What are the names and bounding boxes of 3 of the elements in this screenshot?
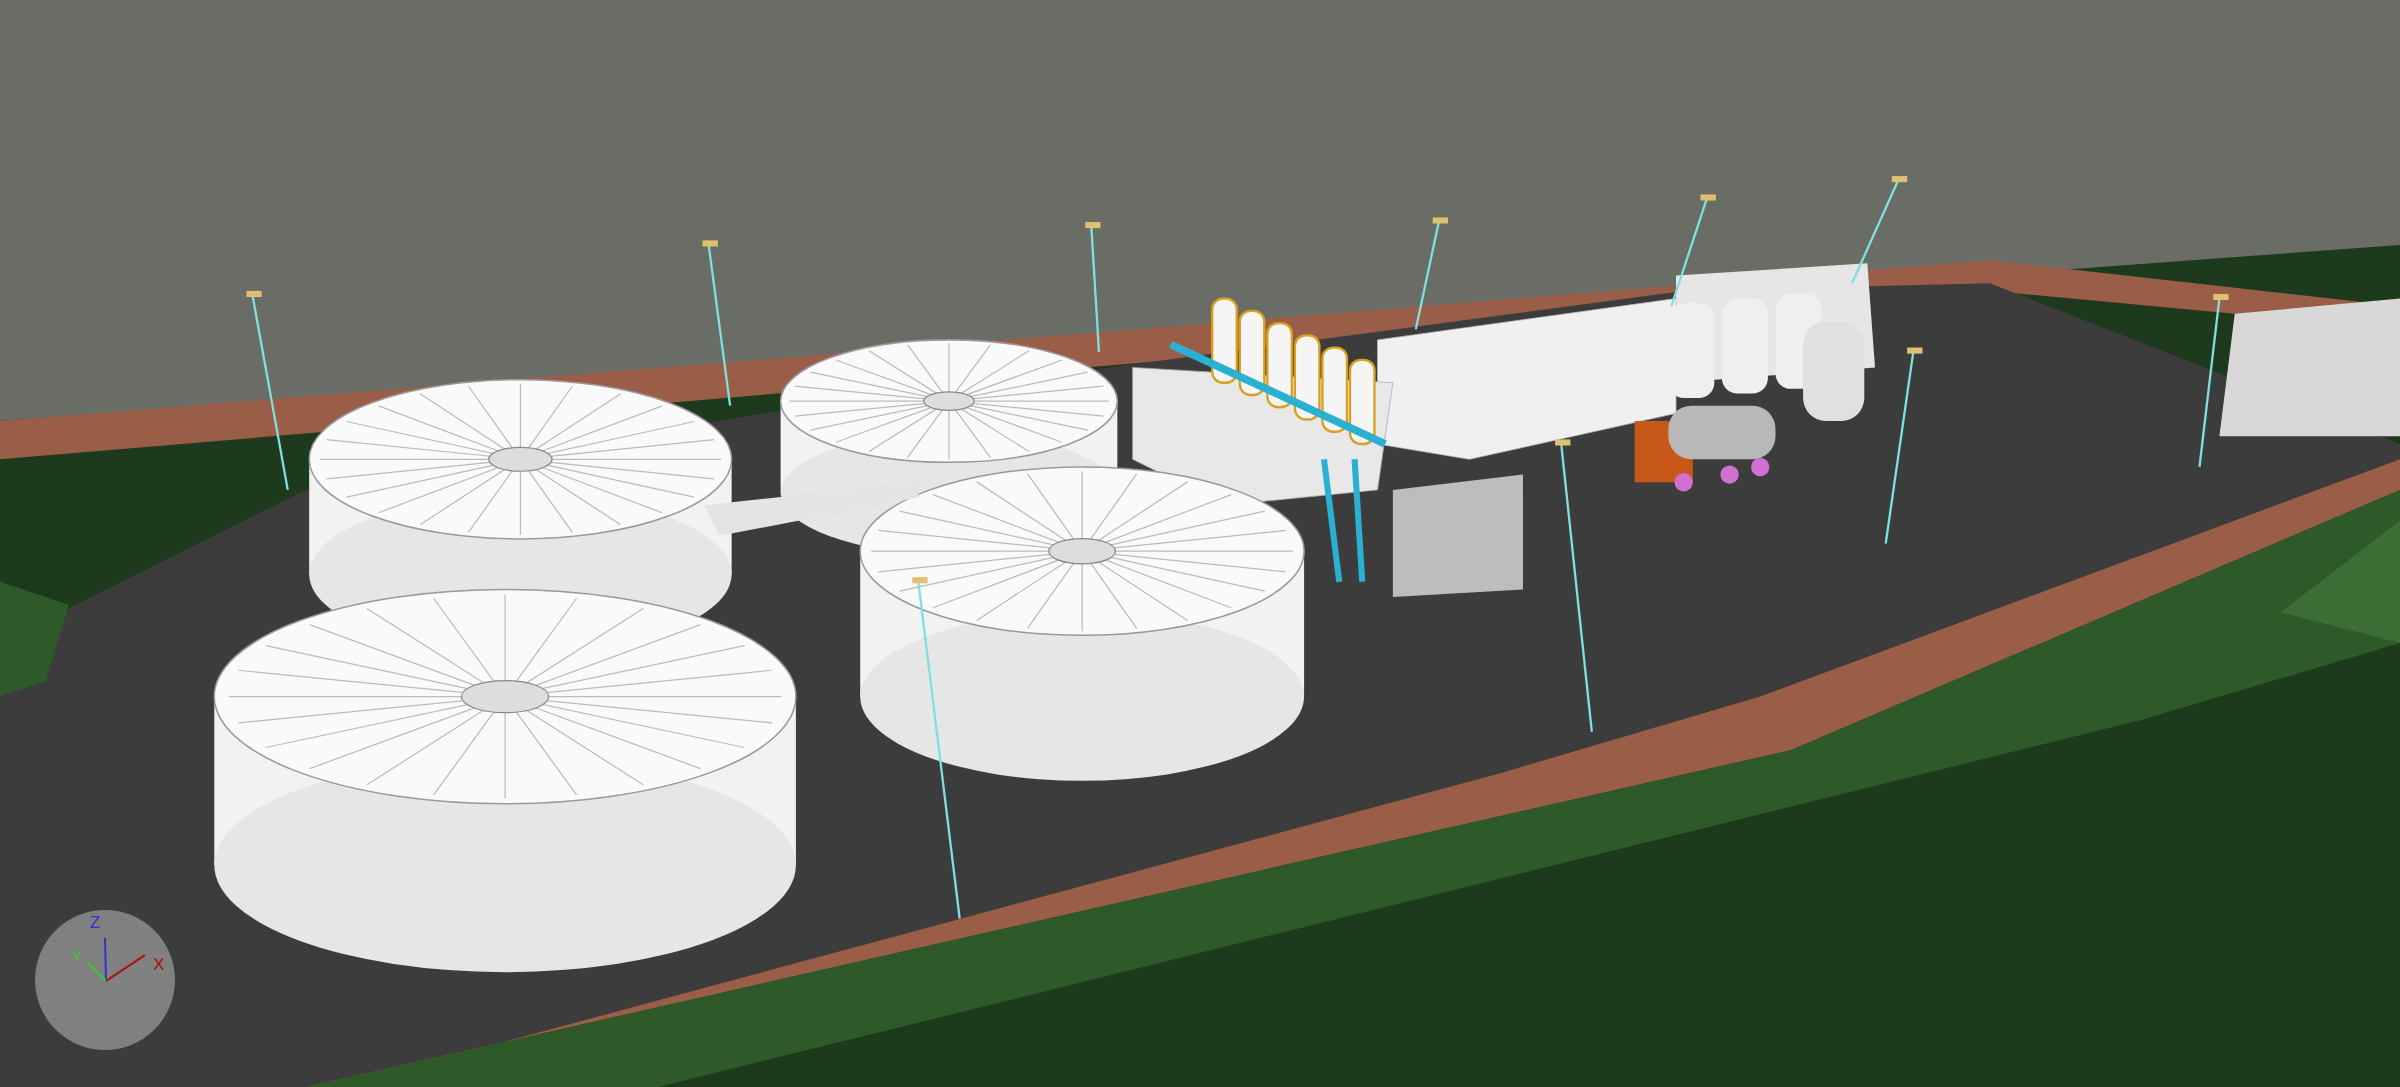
axis-label: Y [71,948,83,965]
axis-label: X [153,956,165,973]
axis-label: Z [90,914,101,931]
